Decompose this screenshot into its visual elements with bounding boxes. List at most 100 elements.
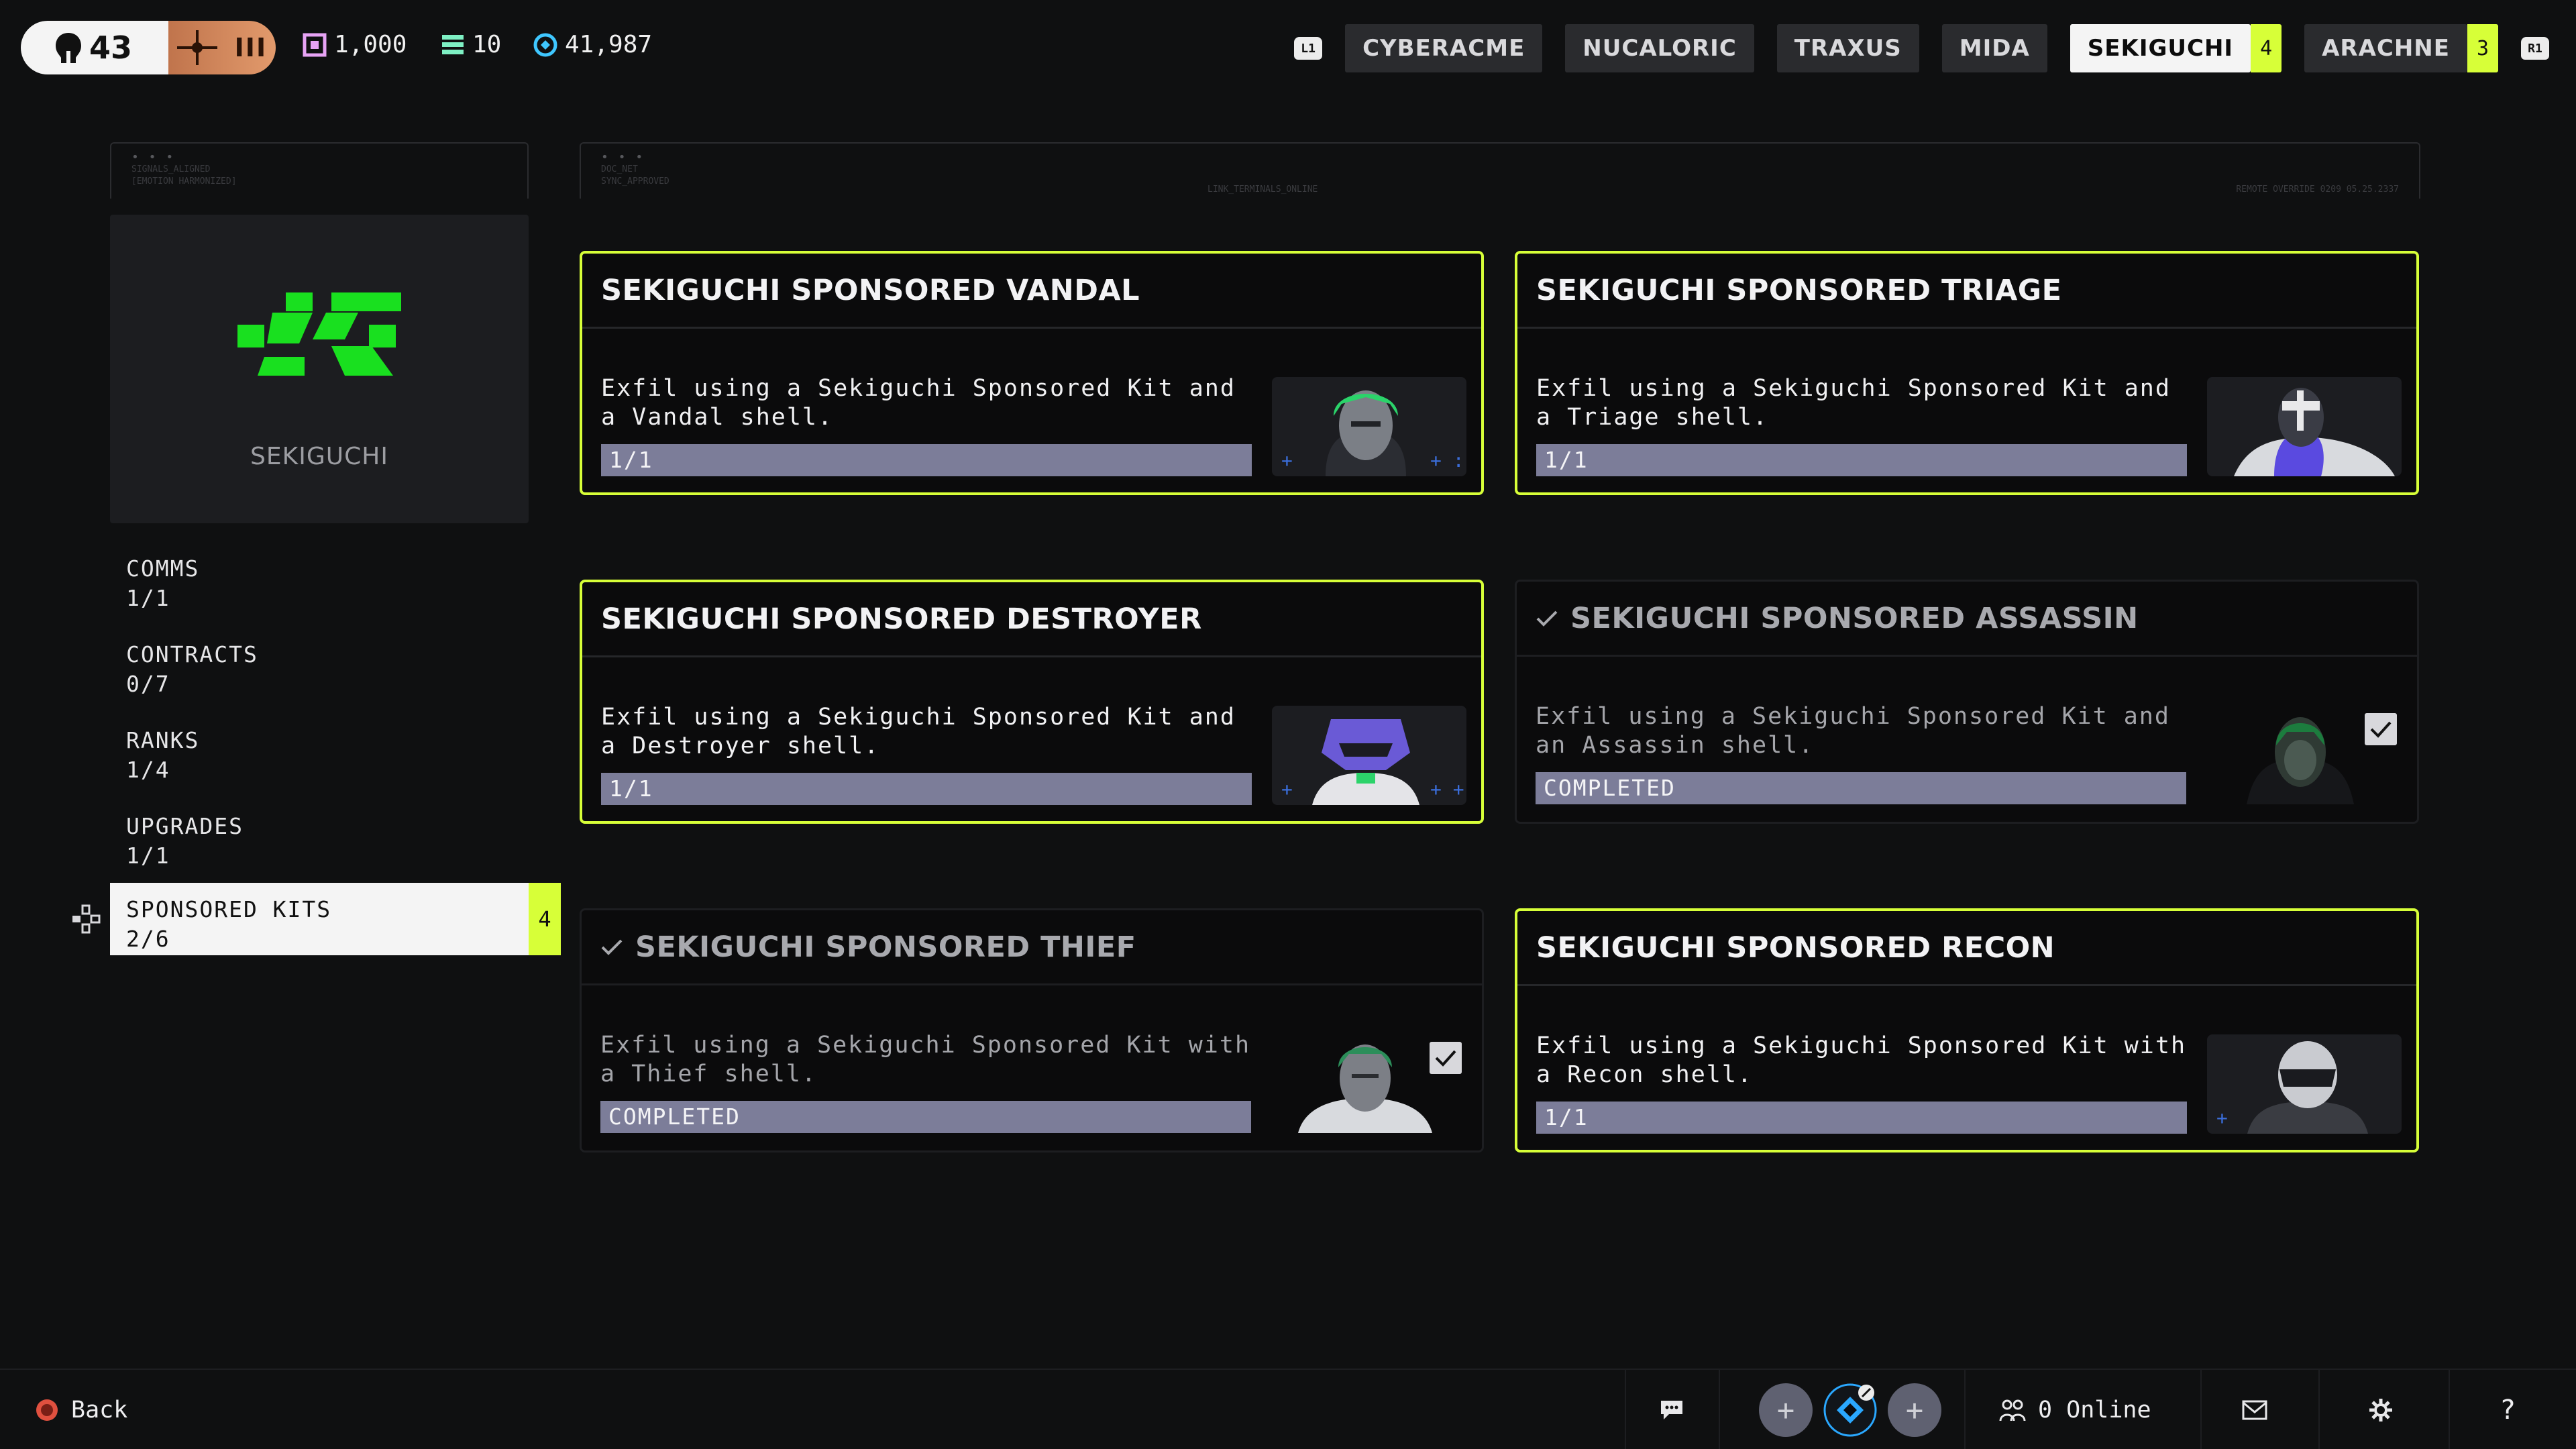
faction-emblem-card: SEKIGUCHI [110,215,529,523]
currency-stack: 10 [440,31,501,58]
completed-checkbox-icon [1430,1042,1462,1074]
deco-text: SIGNALS_ALIGNED [131,164,211,174]
help-icon: ? [2501,1395,2516,1426]
kit-card-recon[interactable]: SEKIGUCHI SPONSORED RECON Exfil using a … [1515,908,2419,1152]
tab-mida[interactable]: MIDA [1941,24,2047,72]
l1-button-icon[interactable]: L1 [1294,37,1323,60]
nav-comms-label: COMMS [126,555,200,582]
checkmark-icon [1536,610,1558,627]
svg-text:+: + [1281,778,1293,800]
avatar-icon [1823,1383,1877,1437]
friends-icon [1999,1399,2026,1421]
help-button[interactable]: ? [2501,1370,2515,1449]
kit-progress-label: 1/1 [1544,447,1589,473]
kit-card-vandal[interactable]: SEKIGUCHI SPONSORED VANDAL Exfil using a… [580,251,1484,495]
kit-progress-label: COMPLETED [608,1104,741,1130]
recon-portrait: + [2207,1034,2402,1134]
destroyer-portrait: + + + [1272,706,1466,805]
mail-icon [2242,1400,2267,1420]
divider [2449,1370,2450,1449]
kit-card-title-text: SEKIGUCHI SPONSORED VANDAL [601,273,1140,307]
tab-traxus[interactable]: TRAXUS [1776,24,1919,72]
back-label: Back [71,1397,128,1424]
currency-box-value: 1,000 [334,31,407,58]
svg-text:+: + [2216,1107,2228,1129]
nav-comms[interactable]: COMMS 1/1 [110,542,529,614]
player-level-value: 43 [89,30,133,66]
kit-card-thief[interactable]: SEKIGUCHI SPONSORED THIEF Exfil using a … [580,908,1484,1152]
kit-progress-bar: 1/1 [1536,1102,2187,1134]
nav-upgrades-label: UPGRADES [126,813,244,839]
kit-progress-bar: COMPLETED [600,1101,1251,1133]
settings-button[interactable] [2368,1370,2394,1449]
kit-progress-bar: COMPLETED [1536,772,2186,804]
kit-progress-fill [1536,1102,2187,1134]
kit-card-title-text: SEKIGUCHI SPONSORED THIEF [635,930,1136,964]
kit-card-description: Exfil using a Sekiguchi Sponsored Kit an… [1536,375,2171,431]
kit-card-title: SEKIGUCHI SPONSORED ASSASSIN [1517,582,2417,657]
divider [2318,1370,2320,1449]
player-avatar[interactable] [1823,1370,1877,1449]
nav-sponsored-kits-progress: 2/6 [126,926,170,952]
kit-card-triage[interactable]: SEKIGUCHI SPONSORED TRIAGE Exfil using a… [1515,251,2419,495]
currency-credits: 41,987 [533,31,652,58]
credit-currency-icon [533,32,558,58]
kit-progress-bar: 1/1 [1536,444,2187,476]
tab-sekiguchi-badge: 4 [2251,24,2282,72]
kit-card-assassin[interactable]: SEKIGUCHI SPONSORED ASSASSIN Exfil using… [1515,580,2419,824]
kit-progress-fill [1536,444,2187,476]
nav-ranks[interactable]: RANKS 1/4 [110,714,529,786]
svg-text:+ ::: + :: [1430,449,1466,472]
kit-card-title: SEKIGUCHI SPONSORED TRIAGE [1517,254,2416,329]
back-button[interactable]: Back [35,1370,127,1449]
kit-card-destroyer[interactable]: SEKIGUCHI SPONSORED DESTROYER Exfil usin… [580,580,1484,824]
tab-cyberacme[interactable]: CYBERACME [1345,24,1543,72]
divider [1625,1370,1626,1449]
nav-upgrades[interactable]: UPGRADES 1/1 [110,800,529,872]
nav-contracts-progress: 0/7 [126,671,170,697]
kit-card-title-text: SEKIGUCHI SPONSORED ASSASSIN [1570,601,2139,635]
add-party-member-icon: + [1888,1383,1941,1437]
tab-arachne[interactable]: ARACHNE [2304,24,2467,72]
faction-name: SEKIGUCHI [250,443,388,470]
nav-sponsored-kits[interactable]: SPONSORED KITS 2/6 [110,883,529,955]
party-slot-1[interactable]: + [1759,1370,1813,1449]
nav-contracts-label: CONTRACTS [126,641,258,667]
friends-online-button[interactable]: 0 Online [1999,1370,2151,1449]
nav-sponsored-kits-badge: 4 [529,883,561,955]
kit-progress-bar: 1/1 [601,444,1252,476]
top-bar: 43 III 1,000 10 41,987 L1 CYBERACME NUCA… [0,0,2576,94]
box-currency-icon [302,32,327,58]
kit-card-title-text: SEKIGUCHI SPONSORED TRIAGE [1536,273,2062,307]
party-slot-2[interactable]: + [1888,1370,1941,1449]
nav-contracts[interactable]: CONTRACTS 0/7 [110,628,529,700]
kit-progress-label: 1/1 [609,447,653,473]
currency-box: 1,000 [302,31,407,58]
kit-progress-label: COMPLETED [1544,775,1676,801]
kit-card-title-text: SEKIGUCHI SPONSORED RECON [1536,930,2055,965]
deco-frame-main: • • • DOC_NET SYNC_APPROVED LINK_TERMINA… [580,142,2420,199]
r1-button-icon[interactable]: R1 [2521,37,2549,60]
kit-progress-bar: 1/1 [601,773,1252,805]
svg-text:+: + [1281,449,1293,472]
deco-dots: • • • [131,150,175,164]
vandal-portrait: + + :: [1272,377,1466,476]
tab-sekiguchi[interactable]: SEKIGUCHI [2070,24,2251,72]
mail-button[interactable] [2242,1370,2267,1449]
kit-card-title: SEKIGUCHI SPONSORED THIEF [582,910,1482,985]
kit-card-title: SEKIGUCHI SPONSORED RECON [1517,911,2416,986]
dpad-icon [72,904,101,934]
tab-arachne-badge: 3 [2467,24,2498,72]
tab-nucaloric[interactable]: NUCALORIC [1565,24,1754,72]
bottom-bar: Back + + 0 Online ? [0,1368,2576,1449]
rank-label: III [234,33,268,62]
kit-card-description: Exfil using a Sekiguchi Sponsored Kit wi… [600,1032,1251,1087]
chat-button[interactable] [1660,1370,1684,1449]
chat-icon [1661,1401,1682,1419]
deco-text: SYNC_APPROVED [601,176,669,186]
add-party-member-icon: + [1759,1383,1813,1437]
online-count: 0 Online [2038,1397,2151,1424]
faction-tabs: L1 CYBERACME NUCALORIC TRAXUS MIDA SEKIG… [1294,24,2549,72]
divider [1964,1370,1966,1449]
player-level-pill[interactable]: 43 III [21,21,276,74]
